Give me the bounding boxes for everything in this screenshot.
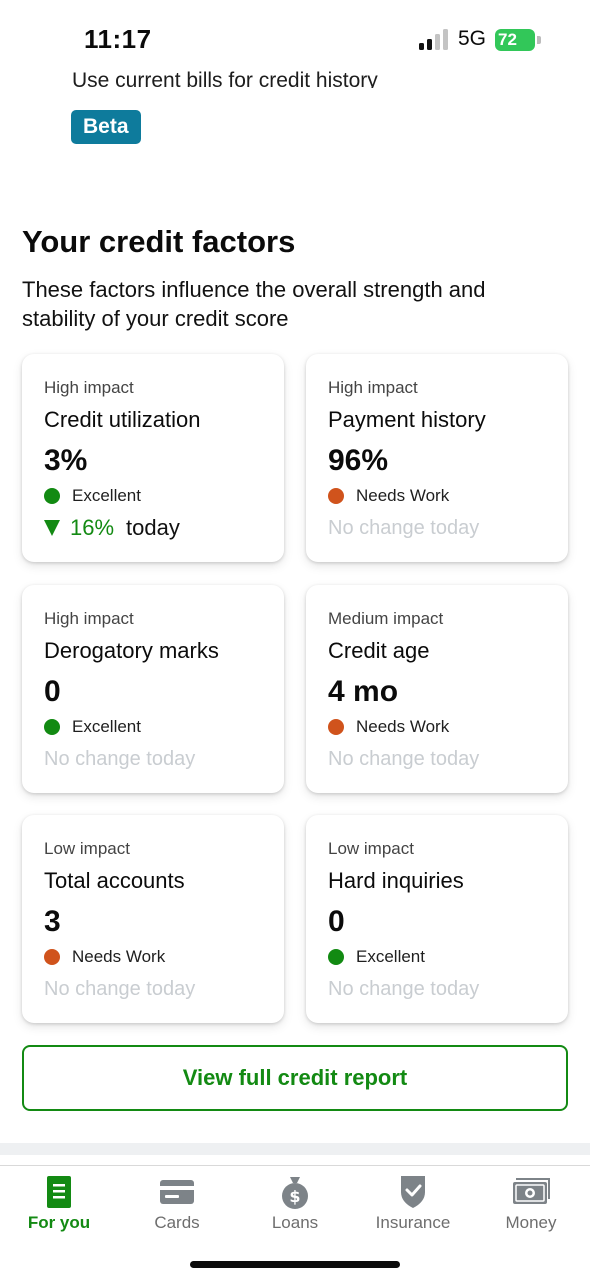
- tab-label: Loans: [271, 1213, 319, 1232]
- svg-text:$: $: [289, 1187, 300, 1206]
- factor-card-payment-history[interactable]: High impact Payment history 96% Needs Wo…: [306, 354, 568, 562]
- factor-change: No change today: [328, 978, 480, 1000]
- status-text: Needs Work: [356, 486, 450, 505]
- cell-signal-icon: [419, 29, 448, 50]
- factor-card-credit-age[interactable]: Medium impact Credit age 4 mo Needs Work…: [306, 585, 568, 793]
- impact-label: Medium impact: [328, 609, 444, 628]
- factor-change: No change today: [328, 517, 480, 539]
- tab-for-you[interactable]: For you: [0, 1166, 118, 1246]
- status-dot-icon: [328, 488, 344, 504]
- factor-value: 3%: [44, 444, 88, 477]
- tab-loans[interactable]: $ Loans: [236, 1166, 354, 1246]
- change-period: today: [126, 515, 180, 540]
- battery-icon: 72: [495, 29, 541, 51]
- factor-status: Excellent: [44, 486, 141, 506]
- home-indicator: [190, 1261, 400, 1268]
- status-dot-icon: [44, 949, 60, 965]
- factor-status: Needs Work: [328, 717, 449, 737]
- impact-label: High impact: [328, 378, 418, 397]
- factor-value: 96%: [328, 444, 389, 477]
- impact-label: High impact: [44, 609, 134, 628]
- impact-label: Low impact: [328, 839, 414, 858]
- section-subtitle: These factors influence the overall stre…: [22, 277, 486, 331]
- section-divider: [0, 1143, 590, 1155]
- factor-name: Hard inquiries: [328, 868, 464, 893]
- section-title: Your credit factors: [22, 224, 296, 259]
- status-text: Excellent: [356, 947, 425, 966]
- factor-value: 3: [44, 905, 61, 938]
- factor-card-hard-inquiries[interactable]: Low impact Hard inquiries 0 Excellent No…: [306, 815, 568, 1023]
- change-percent: 16%: [70, 515, 115, 540]
- document-icon: [47, 1176, 71, 1208]
- factor-change: No change today: [44, 748, 196, 770]
- factor-value: 0: [44, 675, 61, 708]
- tab-insurance[interactable]: Insurance: [354, 1166, 472, 1246]
- status-dot-icon: [44, 488, 60, 504]
- factor-name: Credit utilization: [44, 407, 201, 432]
- status-dot-icon: [328, 719, 344, 735]
- status-dot-icon: [44, 719, 60, 735]
- factor-value: 0: [328, 905, 345, 938]
- battery-level: 72: [498, 30, 517, 49]
- status-text: Excellent: [72, 486, 141, 505]
- feature-description: Use current bills for credit history: [72, 69, 378, 88]
- cash-icon: [513, 1178, 550, 1204]
- triangle-down-icon: [44, 520, 60, 536]
- tab-cards[interactable]: Cards: [118, 1166, 236, 1246]
- status-text: Needs Work: [356, 717, 450, 736]
- factor-change: No change today: [44, 978, 196, 1000]
- factor-change: No change today: [328, 748, 480, 770]
- money-bag-icon: $: [282, 1177, 308, 1209]
- impact-label: High impact: [44, 378, 134, 397]
- factor-change: 16% today: [44, 515, 180, 541]
- status-time: 11:17: [84, 24, 152, 54]
- factor-name: Derogatory marks: [44, 638, 219, 663]
- factor-name: Credit age: [328, 638, 430, 663]
- tab-label: Insurance: [375, 1213, 451, 1232]
- factor-card-total-accounts[interactable]: Low impact Total accounts 3 Needs Work N…: [22, 815, 284, 1023]
- beta-badge: Beta: [71, 110, 141, 144]
- factor-status: Needs Work: [328, 486, 449, 506]
- network-type: 5G: [458, 27, 487, 50]
- status-text: Needs Work: [72, 947, 166, 966]
- tab-money[interactable]: Money: [472, 1166, 590, 1246]
- factor-name: Payment history: [328, 407, 486, 432]
- factor-status: Excellent: [328, 947, 425, 967]
- status-text: Excellent: [72, 717, 141, 736]
- status-dot-icon: [328, 949, 344, 965]
- factor-value: 4 mo: [328, 675, 399, 708]
- view-full-credit-report-button[interactable]: View full credit report: [22, 1045, 568, 1111]
- factor-name: Total accounts: [44, 868, 185, 893]
- credit-card-icon: [160, 1180, 194, 1204]
- tab-label: Money: [505, 1213, 557, 1232]
- shield-check-icon: [401, 1176, 425, 1208]
- factor-status: Excellent: [44, 717, 141, 737]
- tab-label: Cards: [154, 1213, 200, 1232]
- impact-label: Low impact: [44, 839, 130, 858]
- factor-card-derogatory-marks[interactable]: High impact Derogatory marks 0 Excellent…: [22, 585, 284, 793]
- factor-status: Needs Work: [44, 947, 165, 967]
- tab-label: For you: [27, 1213, 91, 1232]
- factor-card-credit-utilization[interactable]: High impact Credit utilization 3% Excell…: [22, 354, 284, 562]
